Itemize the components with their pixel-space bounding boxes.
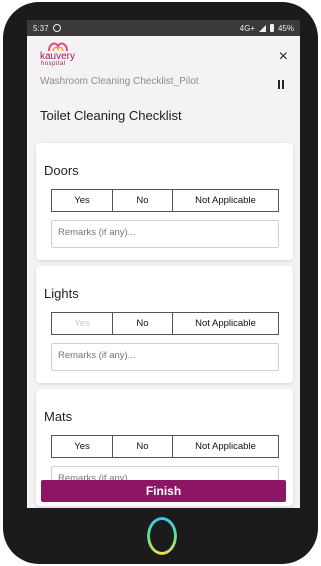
option-yes[interactable]: Yes — [52, 436, 113, 457]
option-not-applicable[interactable]: Not Applicable — [173, 190, 278, 211]
option-not-applicable[interactable]: Not Applicable — [173, 436, 278, 457]
home-button-icon[interactable] — [147, 517, 177, 555]
battery-icon — [269, 24, 274, 32]
checklist-item-title: Mats — [44, 409, 73, 424]
finish-button[interactable]: Finish — [41, 480, 286, 502]
option-no[interactable]: No — [113, 313, 173, 334]
network-label: 4G+ — [239, 23, 255, 33]
option-yes[interactable]: Yes — [52, 190, 113, 211]
whatsapp-icon — [52, 24, 61, 32]
signal-icon — [258, 24, 266, 32]
close-button[interactable]: × — [279, 49, 288, 65]
option-group: Yes No Not Applicable — [51, 312, 279, 335]
option-not-applicable[interactable]: Not Applicable — [173, 313, 278, 334]
page-title: Toilet Cleaning Checklist — [40, 108, 182, 123]
checklist-card-lights: Lights Yes No Not Applicable — [36, 266, 293, 383]
kauvery-logo: kauvery hospital — [39, 40, 85, 70]
option-yes[interactable]: Yes — [52, 313, 113, 334]
checklist-card-doors: Doors Yes No Not Applicable — [36, 143, 293, 260]
status-bar: 5:37 4G+ 45% — [27, 20, 300, 36]
option-no[interactable]: No — [113, 436, 173, 457]
app-title: Washroom Cleaning Checklist_Pilot — [40, 76, 199, 87]
checklist-item-title: Doors — [44, 163, 79, 178]
pause-icon-bar-right — [282, 80, 284, 89]
remarks-input[interactable] — [51, 220, 279, 248]
app-screen: 5:37 4G+ 45% kauvery hospital × Washroom… — [27, 20, 300, 508]
checklist-item-title: Lights — [44, 286, 79, 301]
battery-level: 45% — [277, 23, 294, 33]
pause-button[interactable] — [278, 80, 284, 89]
option-group: Yes No Not Applicable — [51, 189, 279, 212]
pause-icon-bar-left — [278, 80, 280, 89]
app-header: kauvery hospital × Washroom Cleaning Che… — [27, 36, 300, 94]
status-time: 5:37 — [33, 23, 49, 33]
logo-subtext: hospital — [41, 61, 66, 67]
phone-frame: 5:37 4G+ 45% kauvery hospital × Washroom… — [3, 2, 318, 564]
remarks-input[interactable] — [51, 343, 279, 371]
option-group: Yes No Not Applicable — [51, 435, 279, 458]
option-no[interactable]: No — [113, 190, 173, 211]
